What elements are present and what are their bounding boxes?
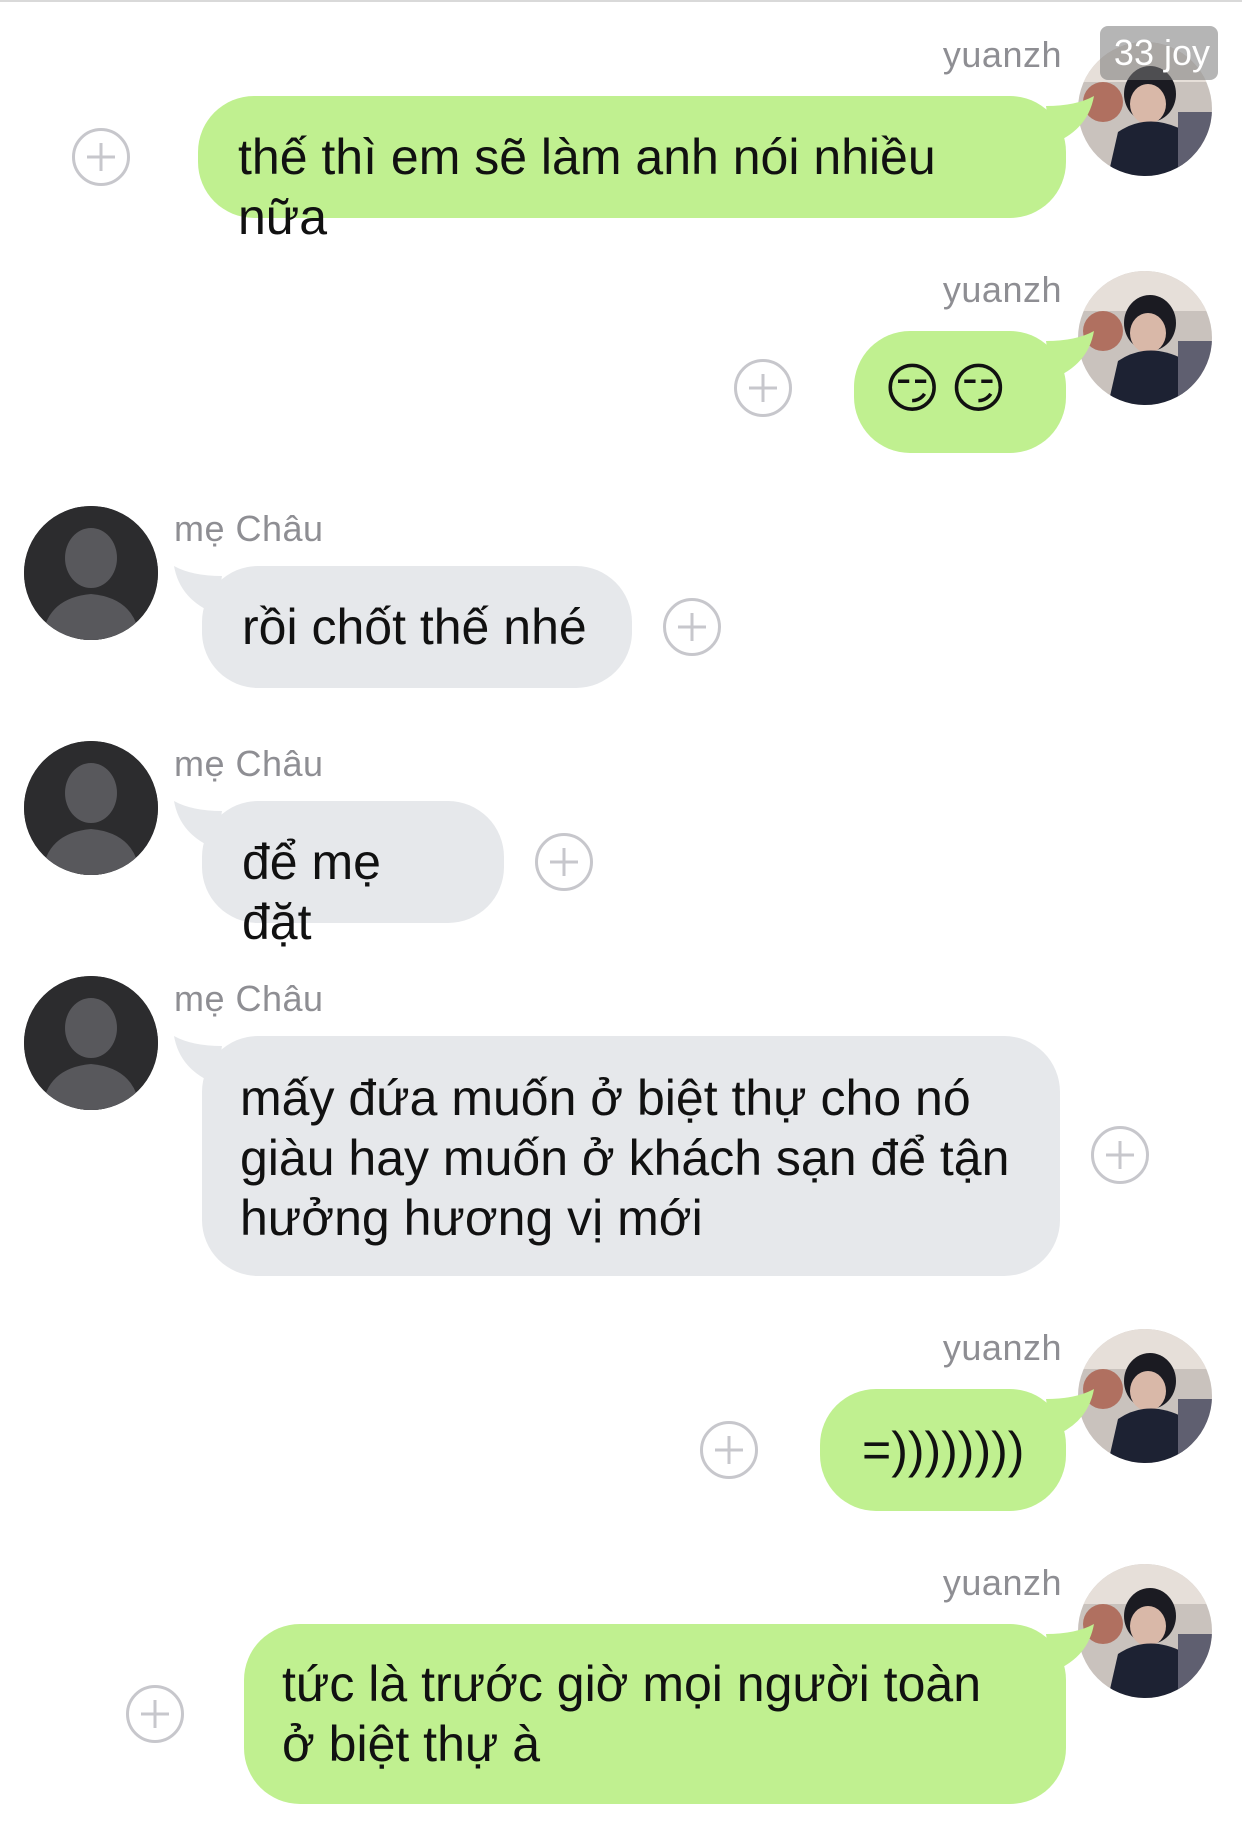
message-bubble[interactable]: 😏😏 — [854, 331, 1094, 453]
message-text: rồi chốt thế nhé — [242, 599, 587, 655]
sender-name: mẹ Châu — [174, 508, 324, 549]
person-silhouette-icon — [24, 976, 158, 1110]
sender-name: yuanzh — [942, 1327, 1062, 1368]
message-row-outgoing: yuanzh 33 joy thế thì em sẽ làm anh nói … — [0, 0, 1242, 245]
person-silhouette-icon — [24, 506, 158, 640]
bubble-tail-icon — [174, 566, 222, 614]
message-row-incoming: mẹ Châu để mẹ đặt — [0, 705, 1242, 950]
sender-name: yuanzh — [942, 1562, 1062, 1603]
sender-name: yuanzh — [942, 269, 1062, 310]
avatar-default[interactable] — [24, 506, 158, 640]
bubble-tail-icon — [174, 801, 222, 849]
plus-circle-icon[interactable] — [734, 359, 792, 417]
message-text: tức là trước giờ mọi người toàn ở biệt t… — [282, 1656, 981, 1772]
watermark-label: 33 joy — [1099, 26, 1218, 80]
plus-circle-icon[interactable] — [700, 1421, 758, 1479]
bubble-tail-icon — [1046, 331, 1094, 379]
plus-circle-icon[interactable] — [535, 833, 593, 891]
message-row-outgoing: yuanzh tức là trước giờ mọi người toàn ở… — [0, 1528, 1242, 1828]
message-bubble[interactable]: để mẹ đặt — [174, 801, 504, 950]
plus-circle-icon[interactable] — [1091, 1126, 1149, 1184]
message-bubble[interactable]: thế thì em sẽ làm anh nói nhiều nữa — [198, 96, 1094, 245]
message-text: thế thì em sẽ làm anh nói nhiều nữa — [238, 129, 936, 245]
message-row-outgoing: yuanzh =)))))))) — [0, 1293, 1242, 1523]
message-row-incoming: mẹ Châu mấy đứa muốn ở biệt thự cho nó g… — [0, 940, 1242, 1280]
sender-name: mẹ Châu — [174, 978, 324, 1019]
avatar-default[interactable] — [24, 741, 158, 875]
bubble-tail-icon — [1046, 1389, 1094, 1437]
profile-photo-icon — [1078, 1564, 1212, 1698]
avatar-yuanzh[interactable] — [1078, 1329, 1212, 1463]
avatar-yuanzh[interactable] — [1078, 271, 1212, 405]
bubble-tail-icon — [174, 1036, 222, 1084]
avatar-default[interactable] — [24, 976, 158, 1110]
plus-circle-icon[interactable] — [663, 598, 721, 656]
person-silhouette-icon — [24, 741, 158, 875]
message-bubble[interactable]: mấy đứa muốn ở biệt thự cho nó giàu hay … — [174, 1036, 1060, 1276]
plus-circle-icon[interactable] — [126, 1685, 184, 1743]
plus-circle-icon[interactable] — [72, 128, 130, 186]
message-row-outgoing: yuanzh 😏😏 — [0, 235, 1242, 465]
message-bubble[interactable]: tức là trước giờ mọi người toàn ở biệt t… — [244, 1624, 1094, 1804]
bubble-tail-icon — [1046, 96, 1094, 144]
message-bubble[interactable]: rồi chốt thế nhé — [174, 566, 632, 688]
sender-name: yuanzh — [942, 34, 1062, 75]
message-text: mấy đứa muốn ở biệt thự cho nó giàu hay … — [240, 1070, 1010, 1246]
message-emoji: 😏😏 — [884, 359, 1017, 419]
profile-photo-icon — [1078, 271, 1212, 405]
profile-photo-icon — [1078, 1329, 1212, 1463]
message-bubble[interactable]: =)))))))) — [820, 1389, 1094, 1511]
avatar-yuanzh[interactable] — [1078, 1564, 1212, 1698]
message-text: =)))))))) — [862, 1422, 1025, 1478]
sender-name: mẹ Châu — [174, 743, 324, 784]
bubble-tail-icon — [1046, 1624, 1094, 1672]
message-text: để mẹ đặt — [242, 834, 381, 950]
message-row-incoming: mẹ Châu rồi chốt thế nhé — [0, 470, 1242, 700]
